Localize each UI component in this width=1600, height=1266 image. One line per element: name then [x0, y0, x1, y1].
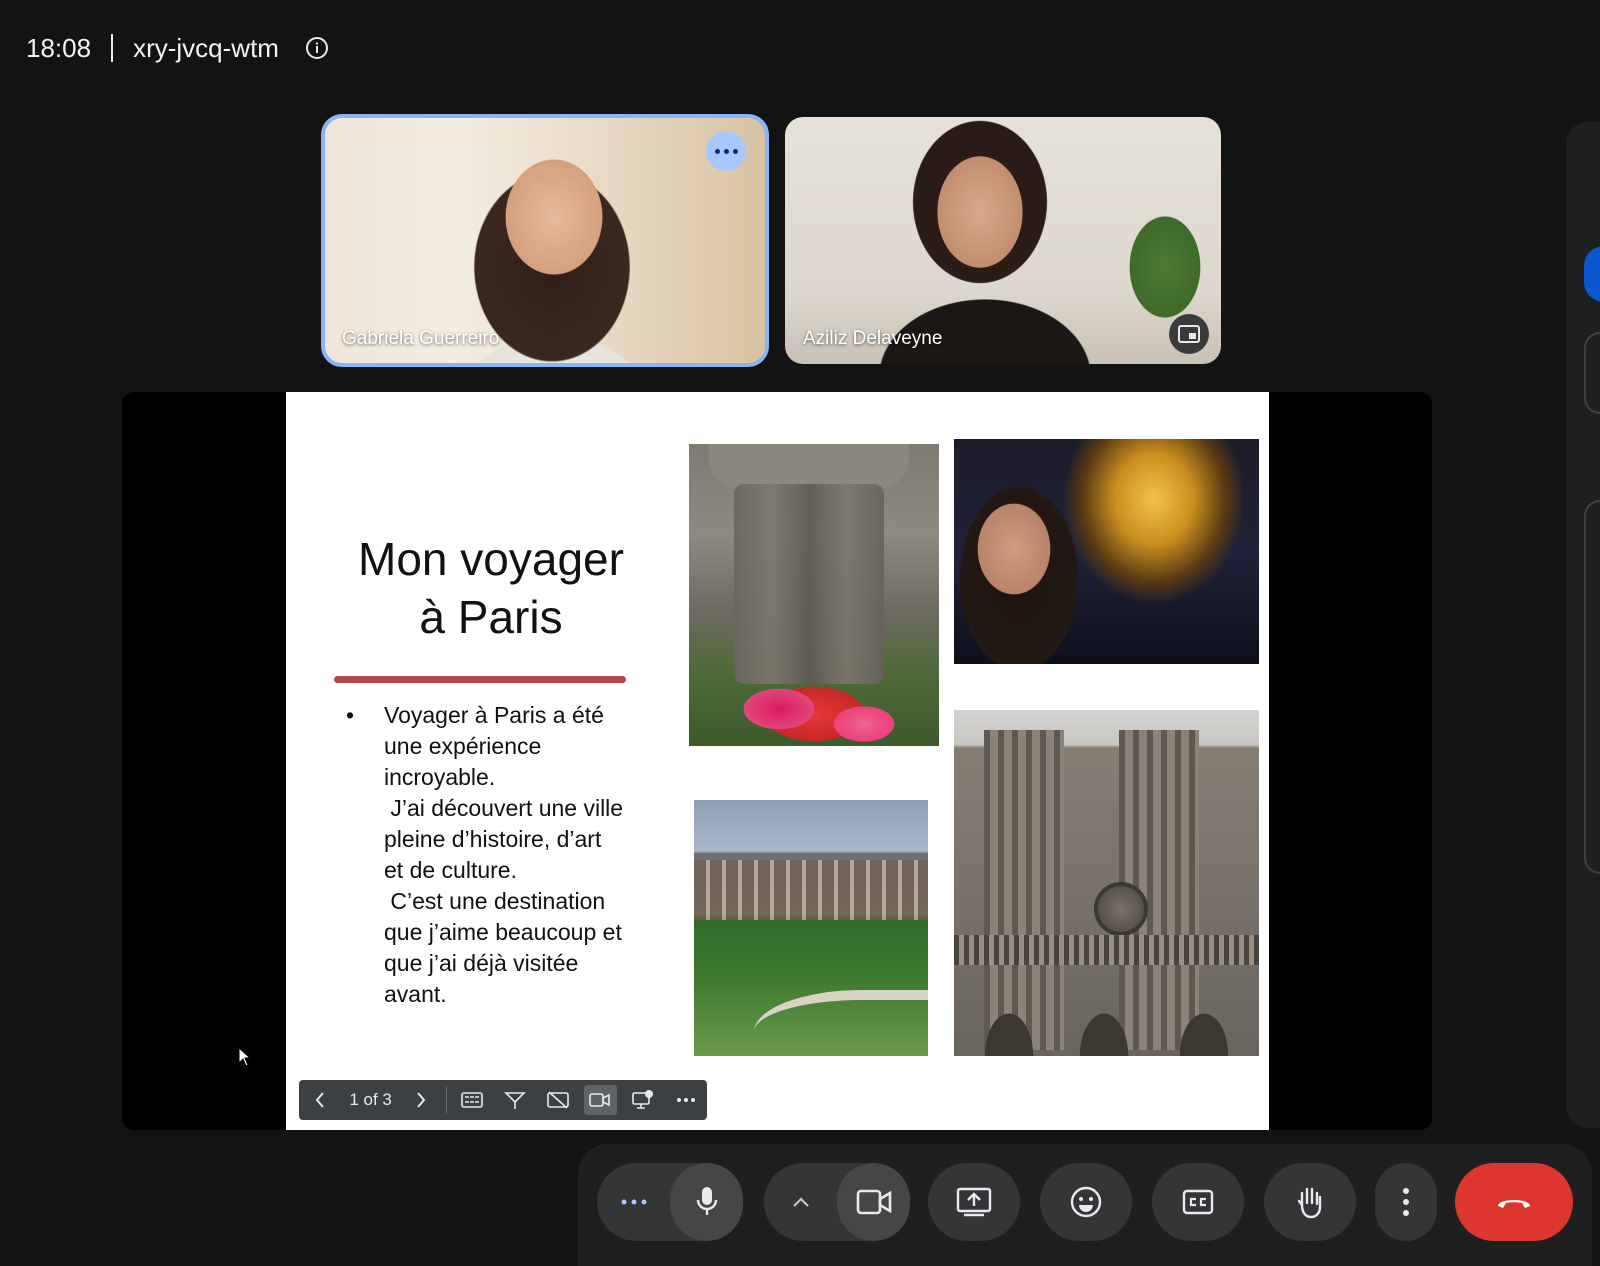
title-underline — [334, 676, 626, 683]
picture-in-picture-button[interactable] — [1169, 314, 1209, 354]
grid-icon — [461, 1092, 484, 1108]
header-divider — [111, 34, 114, 62]
slide-controls-bar: 1 of 3 — [299, 1080, 707, 1120]
raise-hand-button[interactable] — [1264, 1163, 1356, 1241]
present-screen-button[interactable] — [928, 1163, 1020, 1241]
participant-tile-aziliz[interactable]: Aziliz Delaveyne — [785, 117, 1221, 364]
camera-overlay-button[interactable] — [583, 1085, 617, 1115]
dot-icon — [714, 148, 720, 154]
call-end-icon — [1498, 1200, 1530, 1208]
present-off-icon — [632, 1090, 654, 1109]
slide-bullet-list: Voyager à Paris a été une expérience inc… — [338, 700, 648, 1010]
slide-title-line: Mon voyager — [358, 533, 624, 585]
rose-window — [1094, 882, 1148, 936]
meeting-code: xry-jvcq-wtm — [133, 32, 279, 63]
video-camera-icon — [856, 1189, 891, 1215]
more-options-button[interactable] — [706, 131, 746, 171]
more-vert-icon — [1403, 1188, 1409, 1216]
chevron-left-icon — [315, 1092, 325, 1108]
side-panel-card — [1584, 332, 1600, 414]
bullet-line: avant. — [384, 981, 447, 1007]
bullet-line: C’est une destination — [384, 888, 606, 914]
laser-pointer-icon — [504, 1092, 526, 1109]
camera-button[interactable] — [837, 1163, 910, 1241]
video-options-button[interactable] — [764, 1163, 837, 1241]
more-horiz-icon — [676, 1098, 695, 1102]
clock-time: 18:08 — [26, 32, 92, 63]
slide-title-line: à Paris — [419, 591, 563, 643]
subtitles-off-button[interactable] — [536, 1080, 579, 1120]
microphone-button[interactable] — [670, 1163, 743, 1241]
bullet-line: J’ai découvert une ville — [384, 795, 624, 821]
participant-name: Gabriela Guerreiro — [342, 328, 500, 349]
emoji-icon — [1070, 1186, 1102, 1218]
toolbar-divider — [446, 1087, 448, 1113]
mouse-cursor-icon — [238, 1047, 252, 1067]
closed-captions-icon — [1182, 1189, 1214, 1215]
audio-options-button[interactable] — [597, 1163, 670, 1241]
stop-presenting-button[interactable] — [622, 1080, 665, 1120]
side-panel-card — [1584, 500, 1600, 874]
photo-notre-dame — [954, 710, 1259, 1056]
photo-place-des-vosges — [694, 800, 928, 1056]
participant-tile-gabriela[interactable]: Gabriela Guerreiro — [321, 114, 769, 367]
previous-slide-button[interactable] — [299, 1080, 342, 1120]
present-screen-icon — [956, 1187, 992, 1217]
slide-more-options-button[interactable] — [664, 1080, 707, 1120]
dot-icon — [723, 148, 729, 154]
bullet-line: incroyable. — [384, 764, 496, 790]
participant-name: Aziliz Delaveyne — [803, 328, 943, 349]
presentation-slide: Mon voyager à Paris Voyager à Paris a ét… — [286, 392, 1269, 1130]
pip-icon — [1178, 325, 1200, 343]
laser-pointer-button[interactable] — [494, 1080, 537, 1120]
info-icon[interactable] — [305, 36, 329, 60]
bullet-line: et de culture. — [384, 857, 517, 883]
camera-control-group — [764, 1163, 910, 1241]
video-camera-icon — [589, 1093, 611, 1107]
leave-call-button[interactable] — [1455, 1163, 1573, 1241]
microphone-icon — [696, 1187, 717, 1215]
captions-button[interactable] — [1152, 1163, 1244, 1241]
raise-hand-icon — [1297, 1187, 1322, 1219]
subtitles-off-icon — [546, 1091, 569, 1109]
slide-bullet: Voyager à Paris a été une expérience inc… — [338, 700, 648, 1010]
more-options-button[interactable] — [1375, 1163, 1437, 1241]
photo-eiffel-selfie — [954, 439, 1259, 664]
bullet-line: pleine d’histoire, d’art — [384, 826, 602, 852]
next-slide-button[interactable] — [400, 1080, 443, 1120]
gallery-of-kings — [954, 935, 1259, 965]
microphone-control-group — [597, 1163, 743, 1241]
bullet-line: que j’ai déjà visitée — [384, 950, 579, 976]
dot-icon — [732, 148, 738, 154]
meeting-header: 18:08 xry-jvcq-wtm — [26, 30, 329, 66]
slide-page-indicator: 1 of 3 — [349, 1090, 392, 1109]
send-reaction-button[interactable] — [1040, 1163, 1132, 1241]
bullet-line: une expérience — [384, 733, 542, 759]
chevron-right-icon — [417, 1092, 426, 1108]
grid-view-button[interactable] — [451, 1080, 494, 1120]
chevron-up-icon — [792, 1197, 809, 1207]
photo-monument-flowers — [689, 444, 939, 746]
cathedral-portals — [954, 980, 1259, 1056]
bullet-line: Voyager à Paris a été — [384, 702, 604, 728]
more-horiz-icon — [621, 1199, 646, 1205]
bullet-line: que j’aime beaucoup et — [384, 919, 622, 945]
slide-title: Mon voyager à Paris — [326, 530, 656, 646]
